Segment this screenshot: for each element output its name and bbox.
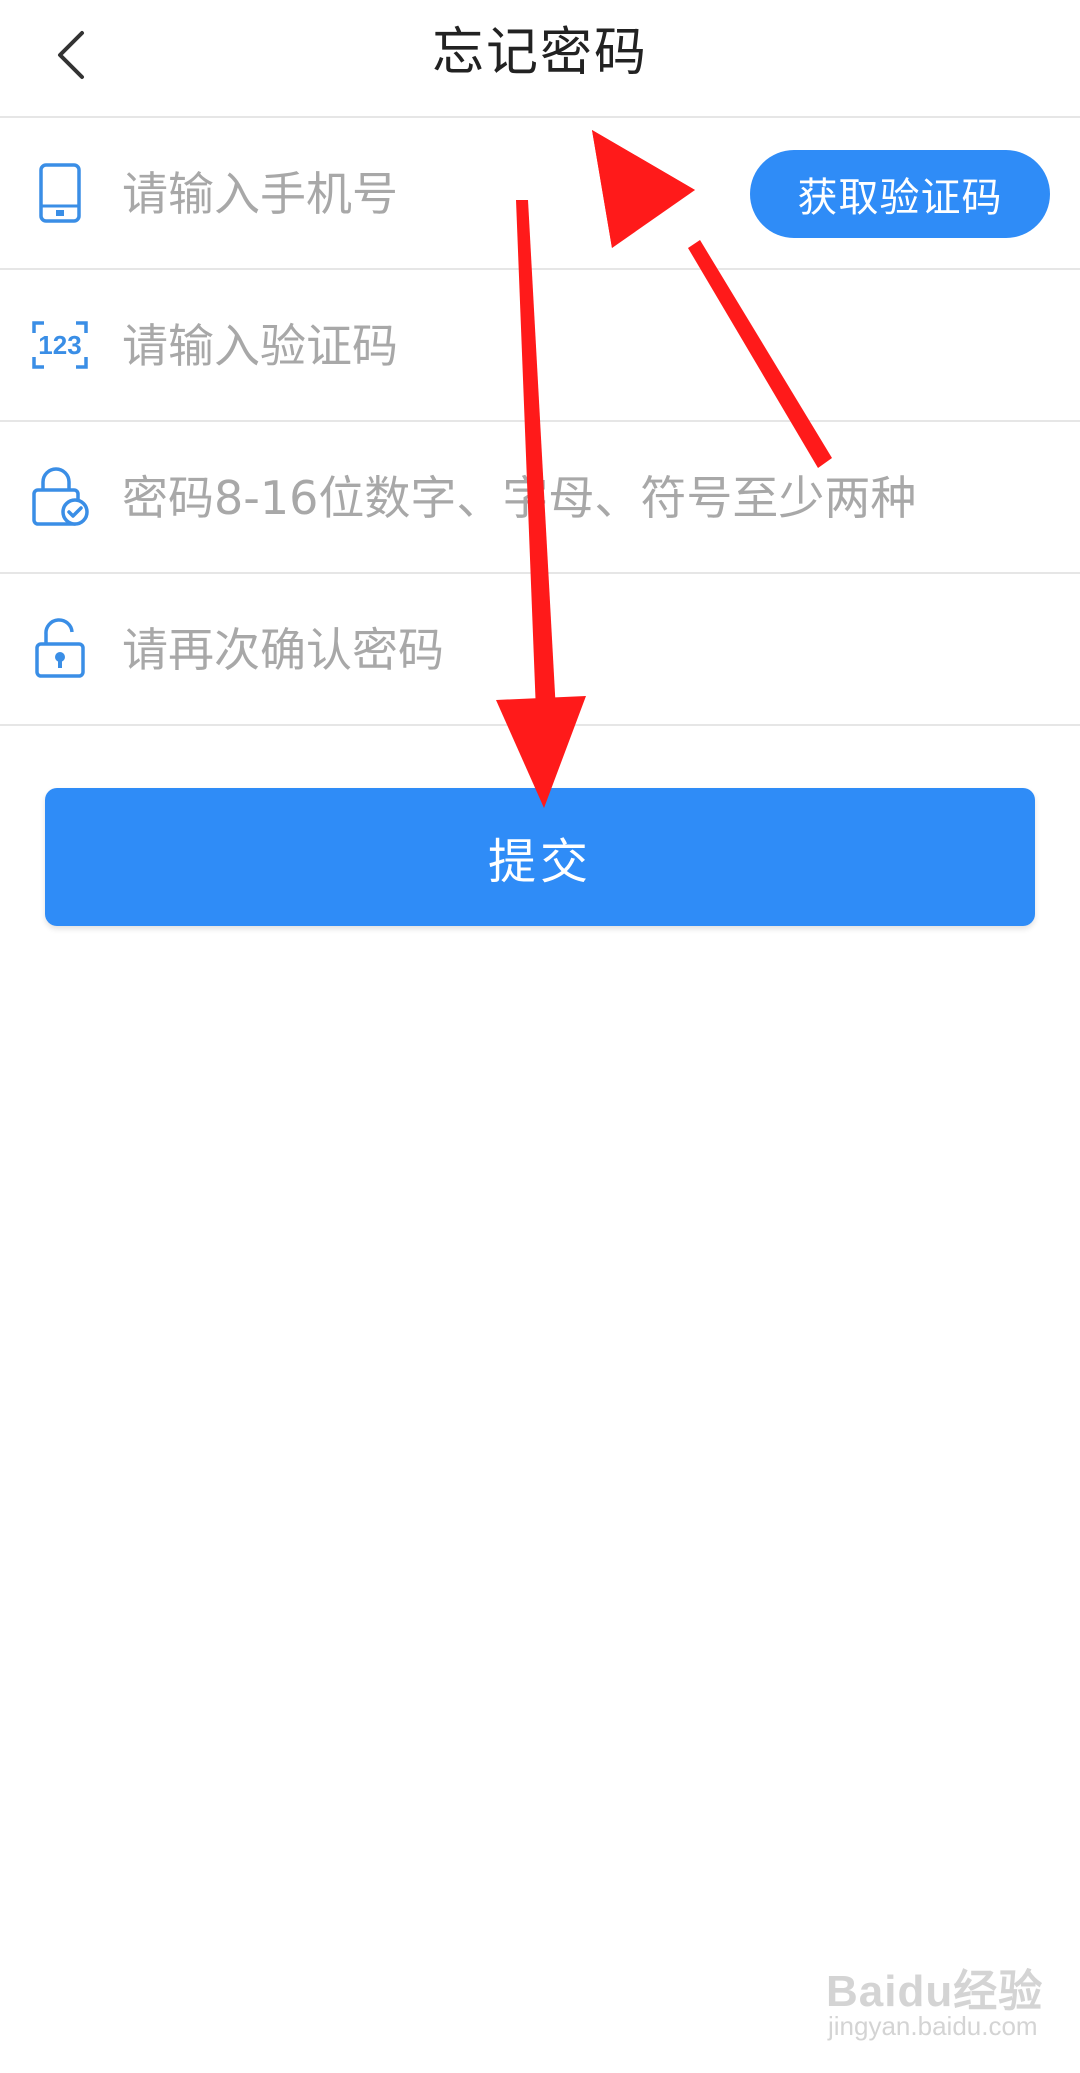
phone-icon [30, 158, 90, 228]
watermark-brand: Baidu经验 [826, 1967, 1044, 2016]
get-code-button[interactable]: 获取验证码 [750, 150, 1050, 238]
code-row: 123 [0, 270, 1080, 422]
confirm-password-row [0, 574, 1080, 726]
lock-check-icon [30, 462, 90, 532]
page-title: 忘记密码 [431, 23, 648, 83]
confirm-password-input[interactable] [122, 612, 742, 688]
number-123-icon-text: 123 [38, 330, 81, 360]
password-row [0, 422, 1080, 574]
forgot-password-screen: 忘记密码 获取验证码 123 [0, 0, 1080, 2073]
watermark-site: jingyan.baidu.com [828, 2011, 1038, 2041]
phone-input[interactable] [122, 156, 742, 232]
password-input[interactable] [122, 460, 1022, 536]
baidu-watermark: Baidu经验 jingyan.baidu.com [820, 1955, 1060, 2055]
submit-button[interactable]: 提交 [45, 788, 1035, 926]
number-123-icon: 123 [30, 310, 90, 380]
unlock-icon [30, 614, 90, 684]
phone-row: 获取验证码 [0, 118, 1080, 270]
header-bar: 忘记密码 [0, 0, 1080, 118]
code-input[interactable] [122, 308, 742, 384]
